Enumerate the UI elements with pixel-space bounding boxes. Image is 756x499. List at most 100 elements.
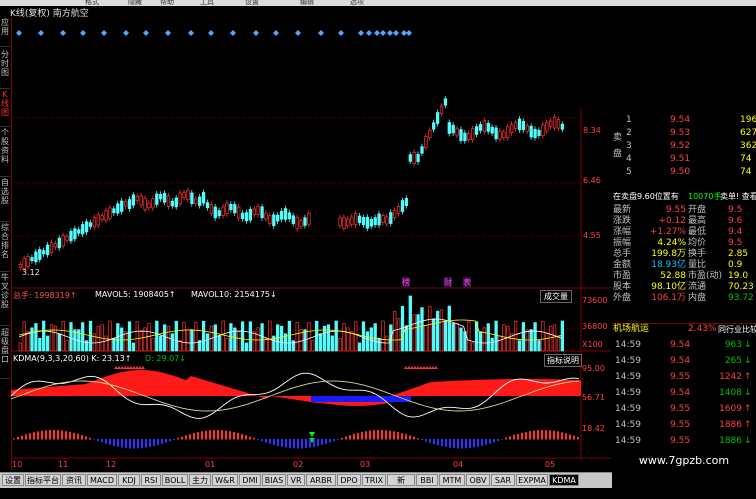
candle-body (151, 198, 155, 209)
candle-body (424, 136, 428, 148)
indicator-tab[interactable]: 主力 (189, 474, 211, 486)
candle-body (342, 217, 346, 229)
level-price: 9.53 (670, 128, 691, 138)
volume-bar (240, 321, 245, 352)
indicator-tab[interactable]: BOLL (162, 474, 188, 486)
menu-item[interactable]: 隐藏 (128, 0, 142, 6)
menu-item[interactable]: 设置 (245, 0, 259, 6)
menu-item[interactable]: 选项 (350, 0, 364, 6)
indicator-tab[interactable]: BBI (416, 474, 438, 486)
histogram-bar (145, 439, 147, 448)
menu-item[interactable]: 编辑 (300, 0, 314, 6)
indicator-tab[interactable]: OBV (466, 474, 490, 486)
candle-body (116, 203, 120, 214)
quote-stat-row: 涨幅 +1.27% 最低 9.4 (612, 227, 756, 238)
tick-time: 14:59 (615, 388, 641, 398)
tick-direction-icon: ↑ (744, 404, 752, 414)
left-tab[interactable]: 牛叉诊股 (0, 273, 10, 326)
candle-body (256, 206, 260, 215)
order-book-row[interactable]: 3 9.52 362 (612, 141, 756, 152)
indicator-tab[interactable]: SAR (491, 474, 515, 486)
left-tab[interactable]: 综合排名 (0, 223, 10, 272)
tick-time: 14:59 (615, 404, 641, 414)
big-order-alert[interactable]: 在卖盘9.60位置有 10070手卖单! 查看详 (612, 191, 756, 202)
histogram-bar (89, 437, 91, 440)
histogram-bar (233, 432, 235, 440)
indicator-tab[interactable]: BIAS (262, 474, 286, 486)
left-tab[interactable]: 个股资料 (0, 128, 10, 177)
histogram-bar (437, 439, 439, 446)
histogram-bar (177, 438, 179, 440)
histogram-bar (469, 439, 471, 448)
histogram-bar (301, 439, 303, 449)
indicator-tab[interactable]: DMI (239, 474, 261, 486)
order-book-row[interactable]: 5 9.50 74 (612, 167, 756, 178)
histogram-bar (61, 430, 63, 440)
indicator-tab[interactable]: RSI (141, 474, 161, 486)
volume-bar (428, 305, 432, 352)
volume-bar (338, 337, 342, 352)
menu-item[interactable]: 帮助 (160, 0, 174, 6)
indicator-tab[interactable]: KDJ (118, 474, 140, 486)
candle-body (533, 128, 537, 138)
histogram-bar (221, 430, 223, 440)
candle-body (26, 256, 30, 267)
order-book-row[interactable]: 2 9.53 627 (612, 128, 756, 139)
stat-label: 最低 (688, 227, 707, 237)
histogram-bar (321, 439, 323, 445)
indicator-tab[interactable]: TRIX (362, 474, 386, 486)
histogram-bar (245, 435, 247, 440)
indicator-tab[interactable]: EXPMA (516, 474, 548, 486)
volume-bar (295, 322, 299, 352)
left-tab[interactable]: 自选股 (0, 178, 10, 222)
stat-label: 最新 (613, 205, 632, 215)
stat-label: 市盈 (613, 271, 632, 281)
volume-bar (513, 320, 518, 352)
indicator-tab[interactable]: 资讯 (62, 474, 86, 486)
candle-body (287, 212, 292, 220)
tick-volume: 1609 (719, 404, 742, 414)
histogram-bar (225, 430, 227, 440)
stat-value: 9.5 (728, 238, 743, 248)
histogram-bar (545, 430, 547, 440)
volume-bar (42, 320, 46, 352)
order-book-row[interactable]: 1 9.54 196 (612, 115, 756, 126)
histogram-bar (345, 436, 347, 440)
indicator-tab[interactable]: KDMA (549, 474, 579, 486)
indicator-tab[interactable]: VR (287, 474, 305, 486)
order-book-row[interactable]: 4 9.51 74 (612, 154, 756, 165)
peer-compare-link[interactable]: 同行业比较 (718, 324, 756, 335)
histogram-bar (441, 439, 443, 447)
indicator-tab[interactable]: MTM (439, 474, 465, 486)
left-tab[interactable]: 分时图 (0, 50, 10, 89)
histogram-bar (429, 439, 431, 443)
sector-row[interactable]: 机场航运 2.43% 同行业比较 (612, 323, 756, 335)
stat-value: 106.1万 (651, 293, 686, 303)
volume-bar (545, 333, 549, 352)
indicator-tab[interactable]: 新DMA (387, 474, 415, 497)
left-tab[interactable]: 应用 (0, 18, 10, 47)
histogram-bar (493, 439, 495, 443)
candle-body (400, 200, 405, 212)
left-tab[interactable]: K线图 (0, 90, 10, 127)
left-tab[interactable]: 超级盘口 (0, 328, 10, 379)
menu-item[interactable]: 工具 (200, 0, 214, 6)
candle-body (529, 125, 533, 138)
candle-body (147, 202, 151, 209)
indicator-tab[interactable]: DPO (337, 474, 361, 486)
candle-body (162, 192, 167, 203)
volume-bar (225, 337, 229, 352)
quote-stat-row: 股本 98.10亿 流通 70.23 (612, 282, 756, 293)
quote-stat-row: 最新 9.55 开盘 9.5 (612, 205, 756, 216)
kline-chart[interactable] (11, 18, 611, 472)
candle-body (190, 192, 194, 204)
volume-bar (451, 322, 455, 352)
indicator-tab[interactable]: W&R (212, 474, 238, 486)
histogram-bar (277, 439, 279, 446)
indicator-tab[interactable]: MACD (87, 474, 117, 486)
indicator-tab[interactable]: 指标平台 (25, 474, 61, 486)
indicator-tab[interactable]: ARBR (306, 474, 336, 486)
sector-name[interactable]: 机场航运 (613, 324, 649, 335)
indicator-tab[interactable]: 设置 (2, 474, 24, 486)
alert-link[interactable]: 卖单! 查看详 (720, 191, 756, 202)
